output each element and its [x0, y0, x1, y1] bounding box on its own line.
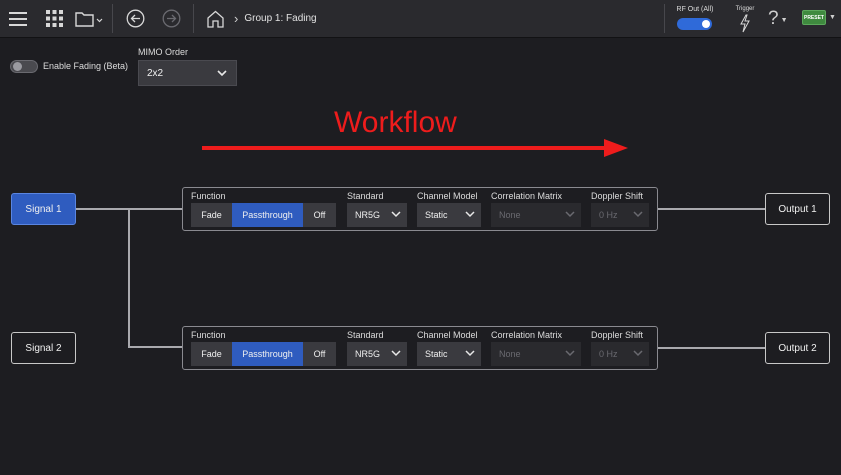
- toolbar-separator: [664, 4, 665, 33]
- function-segmented-control: Fade Passthrough Off: [191, 342, 336, 366]
- correlation-matrix-select: None: [491, 342, 581, 366]
- output-1-button[interactable]: Output 1: [765, 193, 830, 225]
- channel-panel-1: Function Standard Channel Model Correlat…: [182, 187, 658, 231]
- doppler-shift-value: 0 Hz: [599, 349, 618, 359]
- chevron-down-icon: ▼: [829, 14, 836, 21]
- chevron-down-icon: [565, 211, 575, 218]
- chevron-down-icon: [217, 70, 227, 77]
- correlation-matrix-value: None: [499, 349, 521, 359]
- enable-fading-label: Enable Fading (Beta): [43, 61, 129, 71]
- preset-control[interactable]: PRESET ▼: [802, 9, 836, 26]
- chevron-right-icon: ›: [234, 11, 239, 26]
- signal-1-button[interactable]: Signal 1: [11, 193, 76, 225]
- standard-select[interactable]: NR5G: [347, 203, 407, 227]
- toolbar-separator: [193, 4, 194, 33]
- standard-select[interactable]: NR5G: [347, 342, 407, 366]
- chevron-down-icon: [465, 211, 475, 218]
- rf-out-label: RF Out (All): [676, 6, 714, 13]
- correlation-matrix-select: None: [491, 203, 581, 227]
- channel-model-label: Channel Model: [417, 330, 478, 340]
- preset-button[interactable]: PRESET: [802, 10, 826, 25]
- chevron-down-icon: [391, 211, 401, 218]
- function-label: Function: [191, 330, 226, 340]
- chevron-down-icon: [565, 350, 575, 357]
- mimo-order-select[interactable]: 2x2: [138, 60, 237, 86]
- doppler-shift-select: 0 Hz: [591, 342, 649, 366]
- connector-line: [128, 346, 183, 348]
- function-passthrough-button[interactable]: Passthrough: [232, 342, 303, 366]
- standard-label: Standard: [347, 330, 384, 340]
- breadcrumb-current[interactable]: Group 1: Fading: [244, 13, 316, 24]
- rf-out-toggle[interactable]: [677, 18, 712, 30]
- top-toolbar: › Group 1: Fading RF Out (All) Trigger ?…: [0, 0, 841, 38]
- trigger-control[interactable]: Trigger: [730, 3, 760, 34]
- function-label: Function: [191, 191, 226, 201]
- correlation-matrix-label: Correlation Matrix: [491, 330, 563, 340]
- function-fade-button[interactable]: Fade: [191, 203, 232, 227]
- home-icon[interactable]: [204, 0, 226, 37]
- chevron-down-icon: [633, 211, 643, 218]
- chevron-down-icon: ▼: [780, 17, 788, 24]
- standard-value: NR5G: [355, 210, 381, 220]
- channel-model-value: Static: [425, 349, 448, 359]
- hamburger-menu-icon[interactable]: [6, 0, 30, 37]
- channel-model-select[interactable]: Static: [417, 203, 481, 227]
- doppler-shift-label: Doppler Shift: [591, 191, 644, 201]
- chevron-down-icon: [391, 350, 401, 357]
- chevron-down-icon: [633, 350, 643, 357]
- signal-2-button[interactable]: Signal 2: [11, 332, 76, 364]
- mimo-order-label: MIMO Order: [138, 47, 189, 57]
- doppler-shift-value: 0 Hz: [599, 210, 618, 220]
- output-2-button[interactable]: Output 2: [765, 332, 830, 364]
- folder-icon[interactable]: [75, 0, 103, 37]
- channel-model-select[interactable]: Static: [417, 342, 481, 366]
- toggle-knob: [702, 20, 710, 28]
- doppler-shift-select: 0 Hz: [591, 203, 649, 227]
- back-arrow-icon[interactable]: [124, 0, 146, 37]
- function-fade-button[interactable]: Fade: [191, 342, 232, 366]
- breadcrumb: › Group 1: Fading: [234, 0, 317, 37]
- chevron-down-icon: [465, 350, 475, 357]
- connector-line: [658, 347, 765, 349]
- doppler-shift-label: Doppler Shift: [591, 330, 644, 340]
- connector-line: [128, 208, 130, 348]
- function-off-button[interactable]: Off: [303, 203, 336, 227]
- standard-label: Standard: [347, 191, 384, 201]
- connector-line: [658, 208, 765, 210]
- toggle-knob: [13, 62, 22, 71]
- lightning-icon: [740, 14, 750, 33]
- mimo-order-value: 2x2: [147, 67, 164, 79]
- app-grid-icon[interactable]: [43, 0, 65, 37]
- channel-model-label: Channel Model: [417, 191, 478, 201]
- help-icon: ?: [768, 7, 779, 29]
- help-button[interactable]: ? ▼: [768, 0, 794, 37]
- workflow-arrow-icon: [202, 139, 628, 157]
- function-off-button[interactable]: Off: [303, 342, 336, 366]
- function-segmented-control: Fade Passthrough Off: [191, 203, 336, 227]
- channel-panel-2: Function Standard Channel Model Correlat…: [182, 326, 658, 370]
- standard-value: NR5G: [355, 349, 381, 359]
- function-passthrough-button[interactable]: Passthrough: [232, 203, 303, 227]
- enable-fading-toggle[interactable]: [10, 60, 38, 73]
- correlation-matrix-value: None: [499, 210, 521, 220]
- trigger-label: Trigger: [735, 6, 755, 12]
- channel-model-value: Static: [425, 210, 448, 220]
- toolbar-separator: [112, 4, 113, 33]
- correlation-matrix-label: Correlation Matrix: [491, 191, 563, 201]
- rf-out-control: RF Out (All): [672, 3, 718, 34]
- forward-arrow-icon[interactable]: [160, 0, 182, 37]
